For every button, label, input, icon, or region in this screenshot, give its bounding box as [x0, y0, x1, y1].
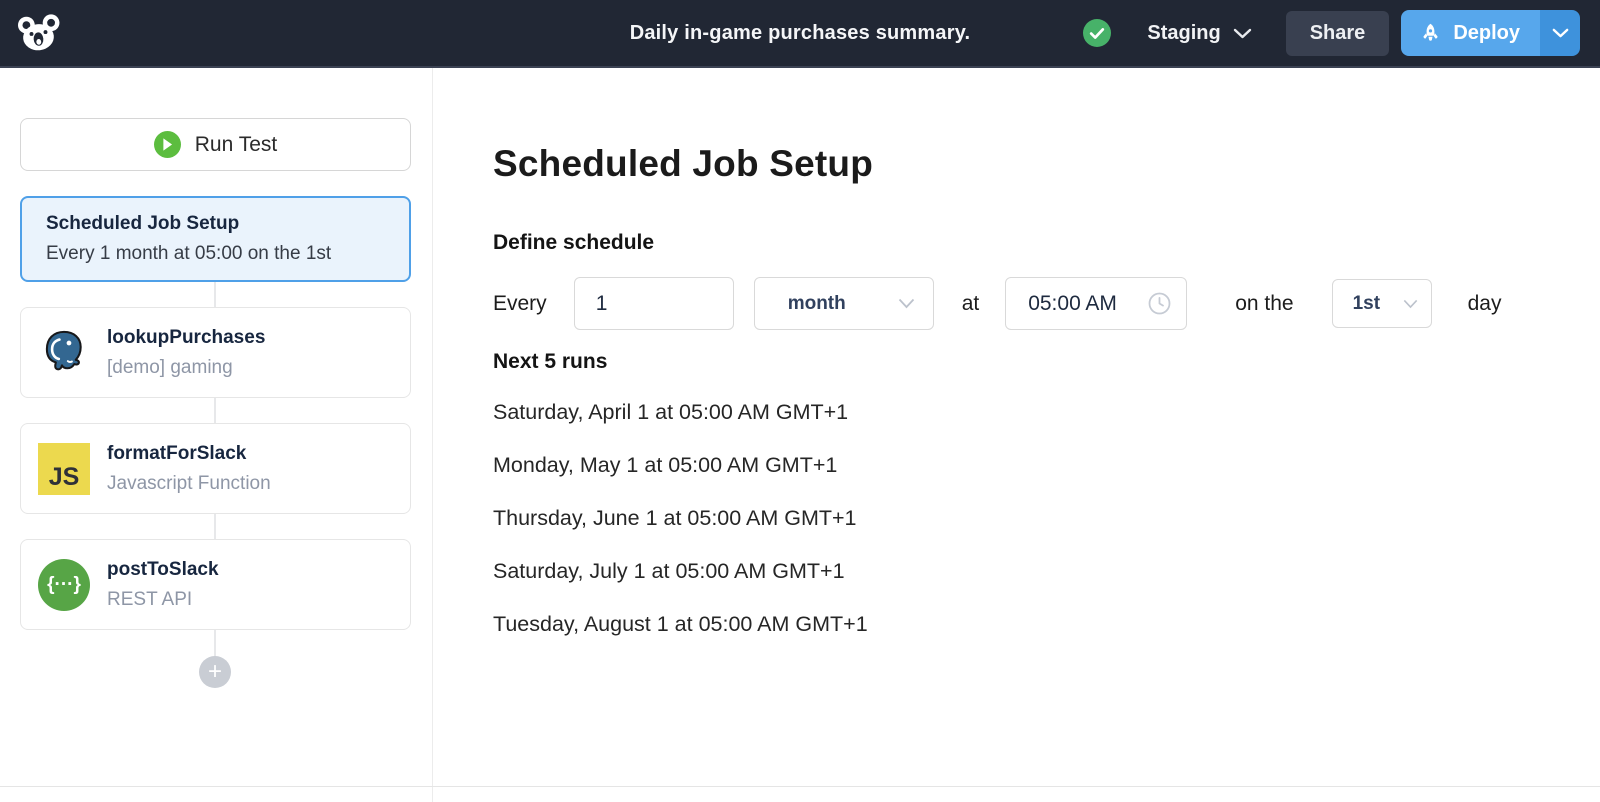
unit-value: month: [787, 292, 846, 314]
environment-label: Staging: [1147, 21, 1221, 44]
time-value: 05:00 AM: [1028, 291, 1117, 315]
run-item: Tuesday, August 1 at 05:00 AM GMT+1: [493, 612, 868, 636]
step-lookup-purchases[interactable]: lookupPurchases [demo] gaming: [20, 307, 411, 398]
rest-api-icon: {···}: [38, 558, 90, 611]
javascript-icon: JS: [38, 442, 90, 495]
time-input[interactable]: 05:00 AM: [1005, 277, 1188, 330]
topbar-actions: Staging Share Deploy: [1083, 10, 1580, 56]
step-title: postToSlack: [107, 558, 219, 580]
share-button[interactable]: Share: [1285, 10, 1390, 56]
next-runs-list: Saturday, April 1 at 05:00 AM GMT+1 Mond…: [493, 400, 1600, 637]
chevron-down-icon: [1403, 299, 1418, 309]
deploy-button[interactable]: Deploy: [1401, 10, 1540, 56]
interval-input[interactable]: [573, 277, 734, 330]
run-item: Saturday, April 1 at 05:00 AM GMT+1: [493, 400, 849, 424]
step-scheduled-job-setup[interactable]: Scheduled Job Setup Every 1 month at 05:…: [20, 196, 411, 282]
step-text: postToSlack REST API: [107, 559, 219, 611]
clock-icon: [1147, 291, 1172, 316]
define-schedule-heading: Define schedule: [493, 231, 655, 254]
main-panel: Scheduled Job Setup Define schedule Ever…: [433, 68, 1600, 802]
run-item: Saturday, July 1 at 05:00 AM GMT+1: [493, 559, 845, 583]
step-title: lookupPurchases: [107, 326, 266, 348]
step-text: formatForSlack Javascript Function: [107, 443, 271, 495]
postgresql-icon: [38, 327, 90, 379]
next-runs-heading: Next 5 runs: [493, 350, 608, 373]
on-the-label: on the: [1235, 291, 1294, 315]
step-title: formatForSlack: [107, 442, 247, 464]
step-subtitle: [demo] gaming: [107, 356, 233, 378]
step-subtitle: Javascript Function: [107, 472, 271, 494]
content-area: Run Test Scheduled Job Setup Every 1 mon…: [0, 68, 1600, 802]
deploy-label: Deploy: [1453, 21, 1520, 44]
plus-icon: +: [207, 658, 222, 685]
deploy-options-button[interactable]: [1540, 10, 1580, 56]
at-label: at: [961, 291, 980, 315]
deploy-split-button: Deploy: [1401, 10, 1580, 56]
step-title: Scheduled Job Setup: [46, 213, 240, 234]
day-value: 1st: [1352, 292, 1381, 314]
chevron-down-icon: [898, 298, 915, 309]
topbar: Daily in-game purchases summary. Staging…: [0, 0, 1600, 68]
workflow-sidebar: Run Test Scheduled Job Setup Every 1 mon…: [0, 68, 433, 802]
play-icon: [153, 131, 181, 158]
day-select[interactable]: 1st: [1331, 279, 1432, 328]
step-text: lookupPurchases [demo] gaming: [107, 327, 265, 379]
app-window: Daily in-game purchases summary. Staging…: [0, 0, 1600, 802]
success-check-icon: [1083, 19, 1112, 47]
run-test-label: Run Test: [194, 132, 278, 156]
environment-selector[interactable]: Staging: [1147, 22, 1251, 45]
run-item: Monday, May 1 at 05:00 AM GMT+1: [493, 453, 838, 477]
bottom-divider: [0, 786, 1600, 787]
step-post-to-slack[interactable]: {···} postToSlack REST API: [20, 539, 411, 630]
chevron-down-icon: [1552, 28, 1568, 38]
unit-select[interactable]: month: [753, 277, 934, 330]
add-step-button[interactable]: +: [199, 656, 231, 688]
schedule-form: Every month at 05:00 AM: [493, 277, 1600, 330]
run-test-button[interactable]: Run Test: [20, 118, 411, 171]
step-subtitle: Every 1 month at 05:00 on the 1st: [46, 243, 332, 264]
chevron-down-icon: [1233, 28, 1251, 38]
step-text: Scheduled Job Setup Every 1 month at 05:…: [46, 213, 331, 265]
step-subtitle: REST API: [107, 588, 193, 610]
day-label: day: [1467, 291, 1502, 315]
rocket-icon: [1419, 22, 1442, 45]
page-title: Scheduled Job Setup: [493, 143, 874, 184]
run-item: Thursday, June 1 at 05:00 AM GMT+1: [493, 506, 857, 530]
step-format-for-slack[interactable]: JS formatForSlack Javascript Function: [20, 423, 411, 514]
every-label: Every: [493, 291, 547, 315]
koala-logo-icon[interactable]: [14, 10, 62, 56]
